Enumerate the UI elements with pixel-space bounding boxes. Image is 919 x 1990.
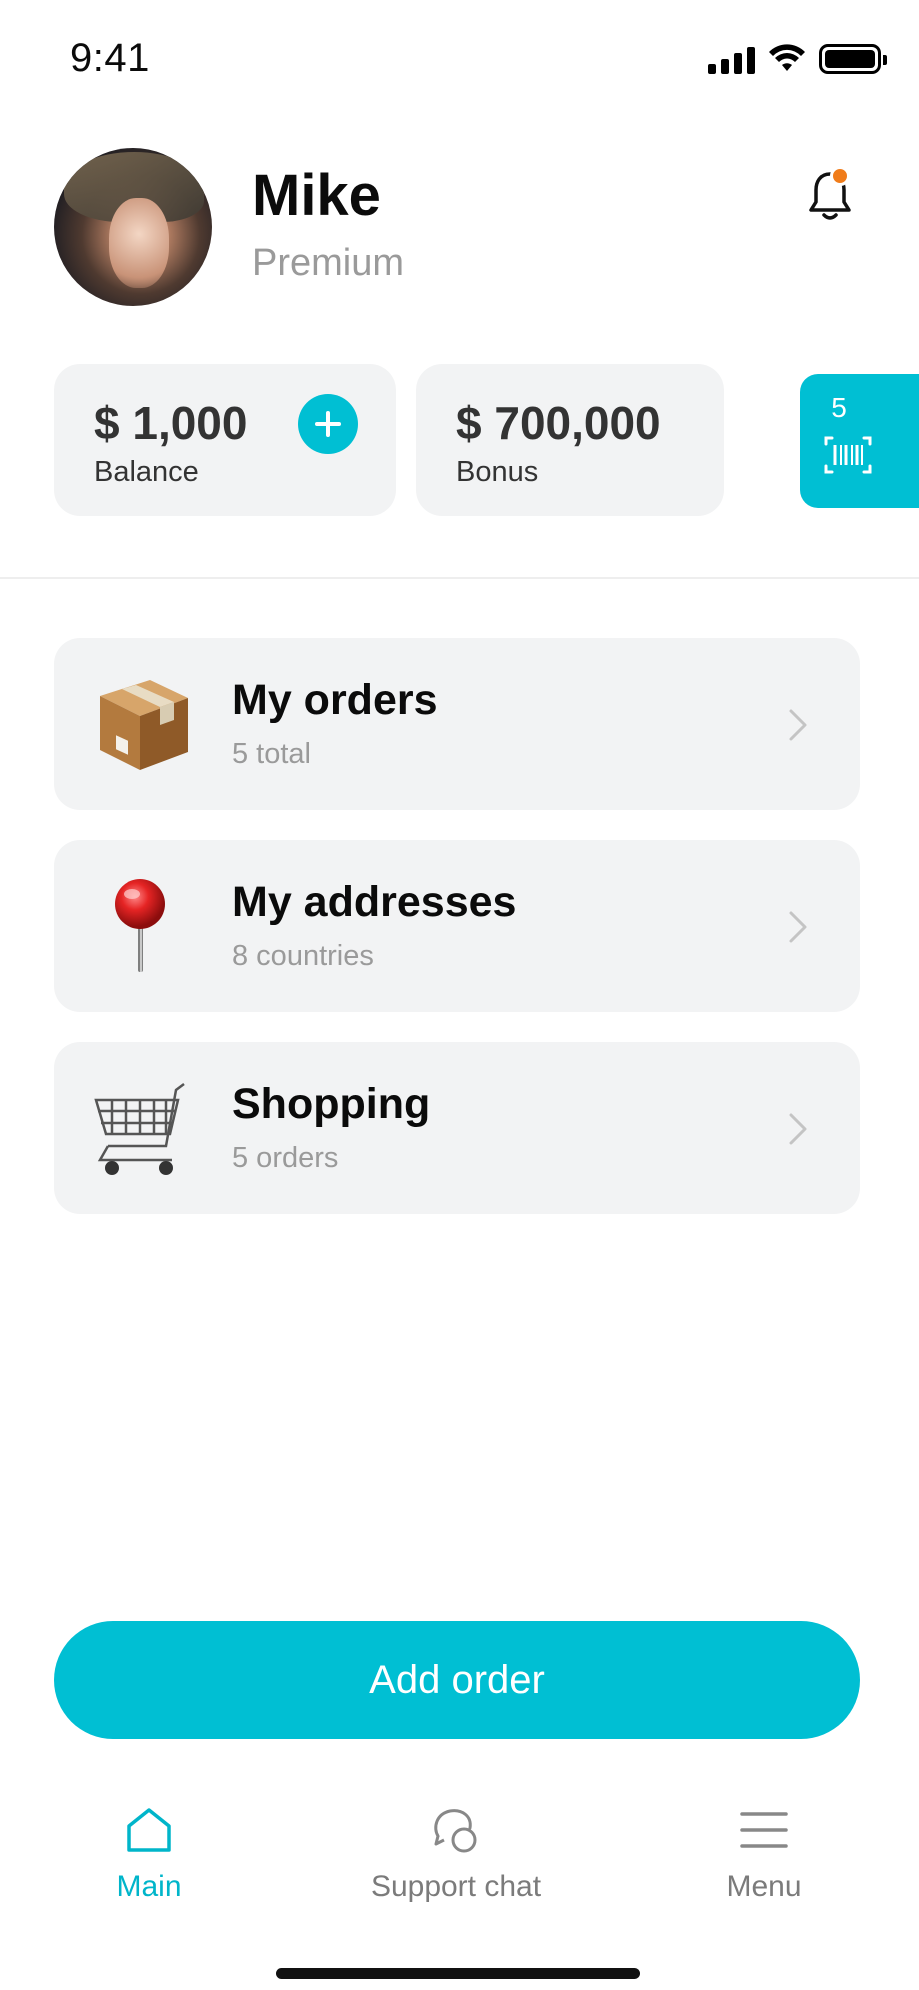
list-item-my-addresses[interactable]: My addresses 8 countries: [54, 840, 860, 1012]
barcode-count: 5: [831, 392, 847, 423]
profile-name: Mike: [252, 163, 381, 228]
notification-dot: [830, 166, 850, 186]
balance-card[interactable]: $ 1,000 Balance: [54, 364, 396, 516]
signal-icon: [708, 44, 755, 74]
tab-bar: Main Support chat Menu: [0, 1790, 919, 1930]
list-item-shopping[interactable]: Shopping 5 orders: [54, 1042, 860, 1214]
package-icon: [100, 680, 188, 770]
item-subtitle: 8 countries: [232, 940, 374, 972]
tab-label: Support chat: [370, 1870, 542, 1903]
chevron-right-icon: [789, 911, 807, 943]
chevron-right-icon: [789, 1113, 807, 1145]
home-indicator[interactable]: [276, 1968, 640, 1979]
tab-label: Main: [116, 1870, 182, 1903]
menu-icon: [740, 1812, 788, 1848]
tab-main[interactable]: Main: [29, 1790, 269, 1904]
tab-menu[interactable]: Menu: [644, 1790, 884, 1904]
balance-label: Balance: [94, 456, 199, 488]
profile-tier: Premium: [252, 242, 405, 284]
item-title: Shopping: [232, 1080, 431, 1128]
bonus-label: Bonus: [456, 456, 539, 488]
add-balance-button[interactable]: [298, 394, 358, 454]
status-time: 9:41: [70, 36, 150, 80]
tab-label: Menu: [726, 1870, 802, 1903]
item-subtitle: 5 total: [232, 738, 311, 770]
status-icons: [708, 44, 887, 74]
balance-amount: $ 1,000: [94, 397, 248, 449]
home-icon: [127, 1808, 171, 1852]
wifi-icon: [769, 44, 805, 71]
barcode-icon: [824, 436, 872, 474]
shopping-cart-icon: [94, 1083, 185, 1175]
bonus-amount: $ 700,000: [456, 397, 661, 449]
item-title: My addresses: [232, 878, 517, 926]
item-subtitle: 5 orders: [232, 1142, 339, 1174]
bonus-card[interactable]: $ 700,000 Bonus: [416, 364, 724, 516]
list-item-my-orders[interactable]: My orders 5 total: [54, 638, 860, 810]
section-divider: [0, 577, 919, 579]
pushpin-icon: [115, 879, 165, 972]
avatar[interactable]: [54, 148, 212, 306]
chevron-right-icon: [789, 709, 807, 741]
chat-icon: [434, 1809, 477, 1853]
status-bar: 9:41: [0, 0, 919, 110]
barcode-card[interactable]: 5: [800, 374, 919, 508]
add-order-button[interactable]: Add order: [54, 1621, 860, 1739]
tab-support-chat[interactable]: Support chat: [336, 1790, 576, 1904]
item-title: My orders: [232, 676, 438, 724]
battery-icon: [819, 44, 887, 74]
